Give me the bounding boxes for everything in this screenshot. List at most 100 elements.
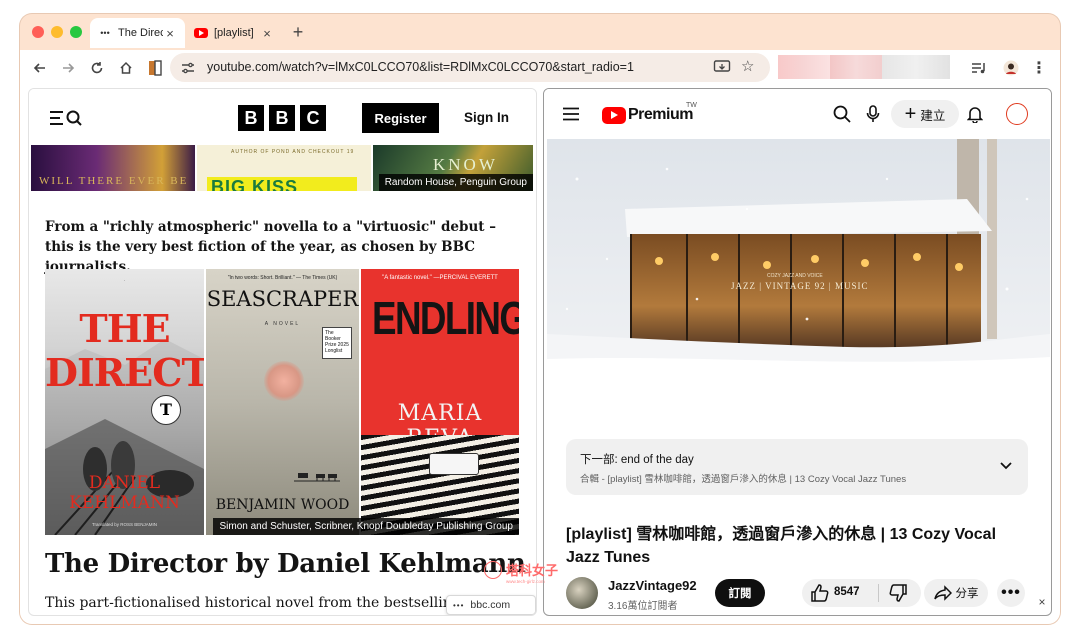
article-heading: The Director by Daniel Kehlmann <box>45 549 526 579</box>
sign-in-link[interactable]: Sign In <box>464 110 509 125</box>
maximize-window-button[interactable] <box>70 26 82 38</box>
cover-translator: Translated by ROSS BENJAMIN <box>91 522 158 527</box>
split-view-url-chip[interactable]: ••• bbc.com <box>446 595 536 615</box>
back-icon[interactable] <box>30 58 50 78</box>
url-chip-text: bbc.com <box>470 599 511 611</box>
account-avatar[interactable] <box>1006 103 1028 125</box>
bookmark-star-icon[interactable]: ☆ <box>741 57 754 75</box>
hamburger-menu-icon[interactable] <box>562 107 580 121</box>
book-cover-strip: KNOW Random House, Penguin Group <box>373 145 533 191</box>
profile-avatar[interactable] <box>1002 59 1020 77</box>
chevron-down-icon[interactable] <box>998 457 1014 473</box>
youtube-pane: Premium TW + 建立 COZY JAZZ AND VOICE JAZZ… <box>543 88 1052 616</box>
subscriber-count: 3.16萬位訂閱者 <box>608 601 678 612</box>
url-text: youtube.com/watch?v=lMxC0LCCO70&list=RDl… <box>207 60 634 74</box>
notifications-bell-icon[interactable] <box>964 103 986 125</box>
create-button[interactable]: + 建立 <box>891 100 959 128</box>
tab-title: [playlist] <box>214 27 254 39</box>
youtube-icon <box>602 106 626 124</box>
reload-icon[interactable] <box>87 58 107 78</box>
youtube-premium-logo[interactable]: Premium <box>602 106 693 124</box>
register-button[interactable]: Register <box>362 103 439 133</box>
tab-close-icon[interactable]: × <box>260 26 274 41</box>
book-cover-strip: WILL THERE EVER BE <box>31 145 195 191</box>
minimize-window-button[interactable] <box>51 26 63 38</box>
channel-avatar[interactable] <box>566 577 598 609</box>
dots-icon: ••• <box>453 600 465 610</box>
address-bar[interactable]: youtube.com/watch?v=lMxC0LCCO70&list=RDl… <box>170 53 770 82</box>
book-cover-text: AUTHOR OF POND AND CHECKOUT 19 <box>231 149 355 155</box>
media-control-icon[interactable] <box>970 59 988 77</box>
up-next-subtitle: 合輯 - [playlist] 雪林咖啡館，透過窗戶滲入的休息 | 13 Coz… <box>580 474 907 485</box>
blurred-extension-area <box>882 55 950 79</box>
image-credit: Random House, Penguin Group <box>378 174 533 191</box>
menu-search-icon[interactable] <box>49 109 83 127</box>
bbc-logo-letter: C <box>300 105 326 131</box>
nyt-logo: T <box>151 395 181 425</box>
book-cover-strip: AUTHOR OF POND AND CHECKOUT 19 BIG KISS <box>197 145 371 191</box>
video-overlay-small: COZY JAZZ AND VOICE <box>767 273 823 279</box>
up-next-panel[interactable]: 下一部: end of the day 合輯 - [playlist] 雪林咖啡… <box>566 439 1028 495</box>
like-dislike-group: 8547 <box>802 579 921 607</box>
tab-bbc[interactable]: ••• The Direc × <box>90 18 185 48</box>
cover-author: DANIEL KEHLMANN <box>69 473 180 513</box>
bbc-logo-letter: B <box>269 105 295 131</box>
close-split-view-icon[interactable]: × <box>1034 594 1050 610</box>
video-overlay-title: JAZZ | VINTAGE 92 | MUSIC <box>731 281 868 291</box>
home-icon[interactable] <box>116 58 136 78</box>
tab-close-icon[interactable]: × <box>163 26 177 41</box>
tab-strip: ••• The Direc × [playlist] × + <box>20 14 1060 50</box>
cover-title: SEASCRAPER <box>206 287 359 311</box>
book-cover-text: BIG KISS <box>211 177 299 191</box>
split-view: B B C Register Sign In WILL THERE EVER B… <box>20 86 1060 624</box>
book-cover-text: KNOW <box>433 155 498 174</box>
cover-blurb: "A fantastic novel." —PERCIVAL EVERETT <box>382 275 498 281</box>
cover-blurb: . <box>123 277 126 282</box>
site-settings-icon[interactable] <box>180 60 196 76</box>
bbc-pane: B B C Register Sign In WILL THERE EVER B… <box>28 88 537 616</box>
browser-menu-icon[interactable]: ⋮ <box>1030 59 1048 77</box>
thumbs-down-icon[interactable] <box>888 583 908 603</box>
forward-icon[interactable] <box>58 58 78 78</box>
toolbar: youtube.com/watch?v=lMxC0LCCO70&list=RDl… <box>20 50 1060 86</box>
youtube-icon <box>194 26 208 40</box>
logo-text: Premium <box>628 106 693 123</box>
cover-horse-cart <box>294 473 340 482</box>
tab-youtube[interactable]: [playlist] × <box>186 18 282 48</box>
channel-name[interactable]: JazzVintage92 <box>608 578 697 593</box>
blurred-extension-area <box>830 55 882 79</box>
cover-the-director: . THEDIRECTOR T DANIEL KEHLMANN Translat… <box>45 269 204 535</box>
watermark-logo-icon <box>484 560 502 579</box>
bbc-logo[interactable]: B B C <box>238 105 326 131</box>
watermark-text: 塔科女子 <box>506 563 559 578</box>
watermark: 塔科女子 <box>484 560 558 579</box>
cover-van <box>429 453 479 475</box>
book-cover-text: WILL THERE EVER BE <box>39 175 189 187</box>
cover-title: THEDIRECTOR <box>45 307 204 395</box>
region-code: TW <box>686 102 697 109</box>
up-next-title: 下一部: end of the day <box>580 454 694 466</box>
cover-title-line: THE <box>79 306 170 351</box>
bbc-logo-letter: B <box>238 105 264 131</box>
share-button[interactable]: 分享 <box>924 579 988 607</box>
video-thumbnail: COZY JAZZ AND VOICE JAZZ | VINTAGE 92 | … <box>547 139 1050 421</box>
cover-blurb: "In two words: Short. Brilliant." — The … <box>227 275 338 281</box>
new-tab-button[interactable]: + <box>288 22 308 42</box>
cover-seascraper: "In two words: Short. Brilliant." — The … <box>206 269 359 535</box>
book-covers-image: . THEDIRECTOR T DANIEL KEHLMANN Translat… <box>45 269 519 535</box>
close-window-button[interactable] <box>32 26 44 38</box>
bbc-header: B B C Register Sign In <box>29 89 536 145</box>
install-app-icon[interactable] <box>713 59 731 75</box>
subscribe-button[interactable]: 訂閱 <box>715 579 765 607</box>
video-player[interactable]: COZY JAZZ AND VOICE JAZZ | VINTAGE 92 | … <box>547 139 1050 421</box>
divider <box>878 584 879 602</box>
watermark-url: www.tech-girlz.com <box>506 579 545 584</box>
more-actions-button[interactable]: ••• <box>997 579 1025 607</box>
cover-sun <box>264 361 304 401</box>
blurred-extension-area <box>778 55 830 79</box>
share-icon <box>933 585 952 601</box>
microphone-icon[interactable] <box>862 103 884 125</box>
search-icon[interactable] <box>831 103 853 125</box>
reading-list-icon[interactable] <box>145 58 165 78</box>
thumbs-up-icon[interactable] <box>810 583 830 603</box>
